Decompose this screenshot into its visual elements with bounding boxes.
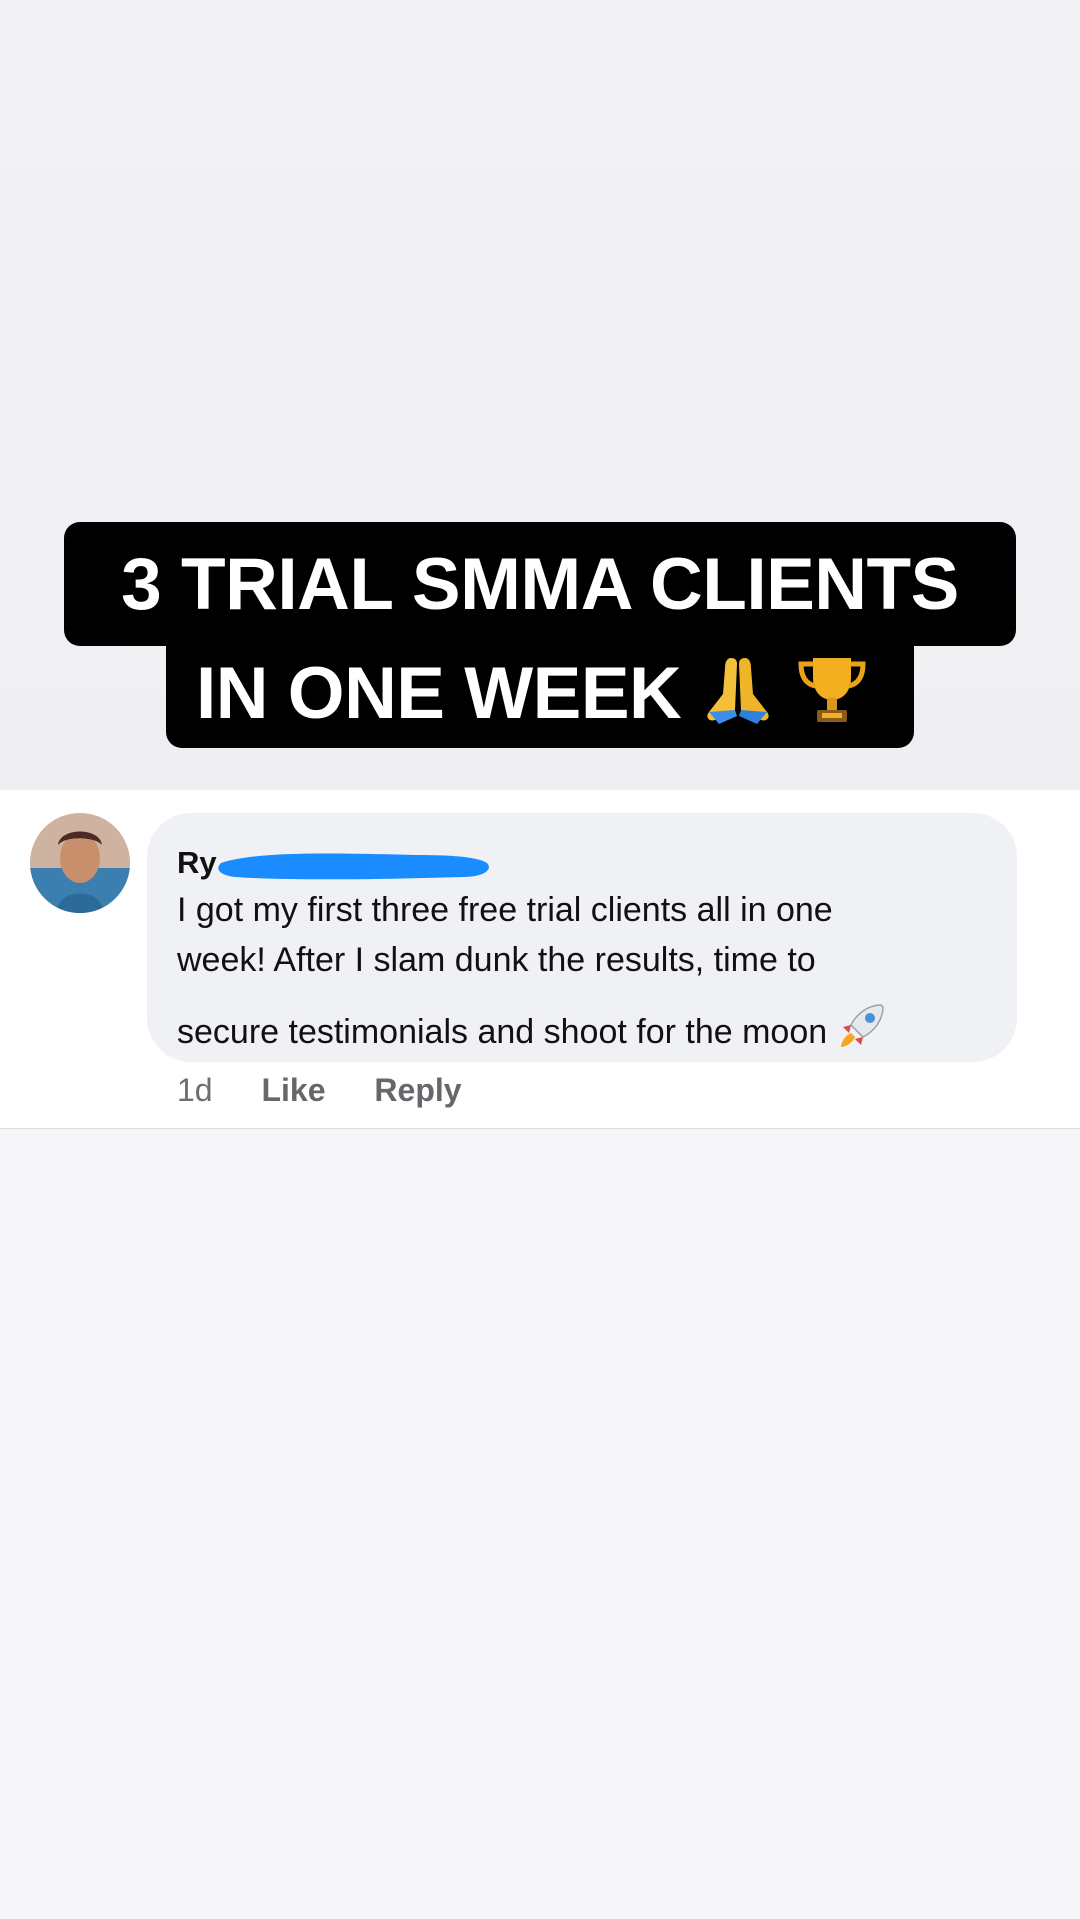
comment-age: 1d	[177, 1072, 213, 1108]
redaction-mark	[218, 853, 489, 880]
author-name[interactable]: Ry	[177, 845, 217, 881]
user-avatar[interactable]	[30, 813, 130, 913]
reply-button[interactable]: Reply	[374, 1072, 461, 1108]
praying-hands-icon	[701, 654, 775, 738]
headline-line-2: IN ONE WEEK	[166, 620, 914, 748]
comment-line-1: I got my first three free trial clients …	[177, 891, 833, 929]
headline-text-2: IN ONE WEEK	[196, 653, 682, 734]
like-button[interactable]: Like	[261, 1072, 325, 1108]
bottom-background	[0, 1129, 1080, 1919]
comment-body: I got my first three free trial clients …	[177, 885, 987, 1065]
comment-actions: 1d Like Reply	[177, 1072, 502, 1109]
rocket-icon	[837, 1001, 887, 1065]
comment-line-3: secure testimonials and shoot for the mo…	[177, 1013, 828, 1051]
headline-text-1: 3 TRIAL SMMA CLIENTS	[121, 544, 959, 625]
comment-card: Ry I got my first three free trial clien…	[0, 790, 1080, 1129]
trophy-icon	[795, 652, 869, 738]
comment-bubble: Ry I got my first three free trial clien…	[147, 813, 1017, 1062]
comment-line-2: week! After I slam dunk the results, tim…	[177, 941, 816, 979]
